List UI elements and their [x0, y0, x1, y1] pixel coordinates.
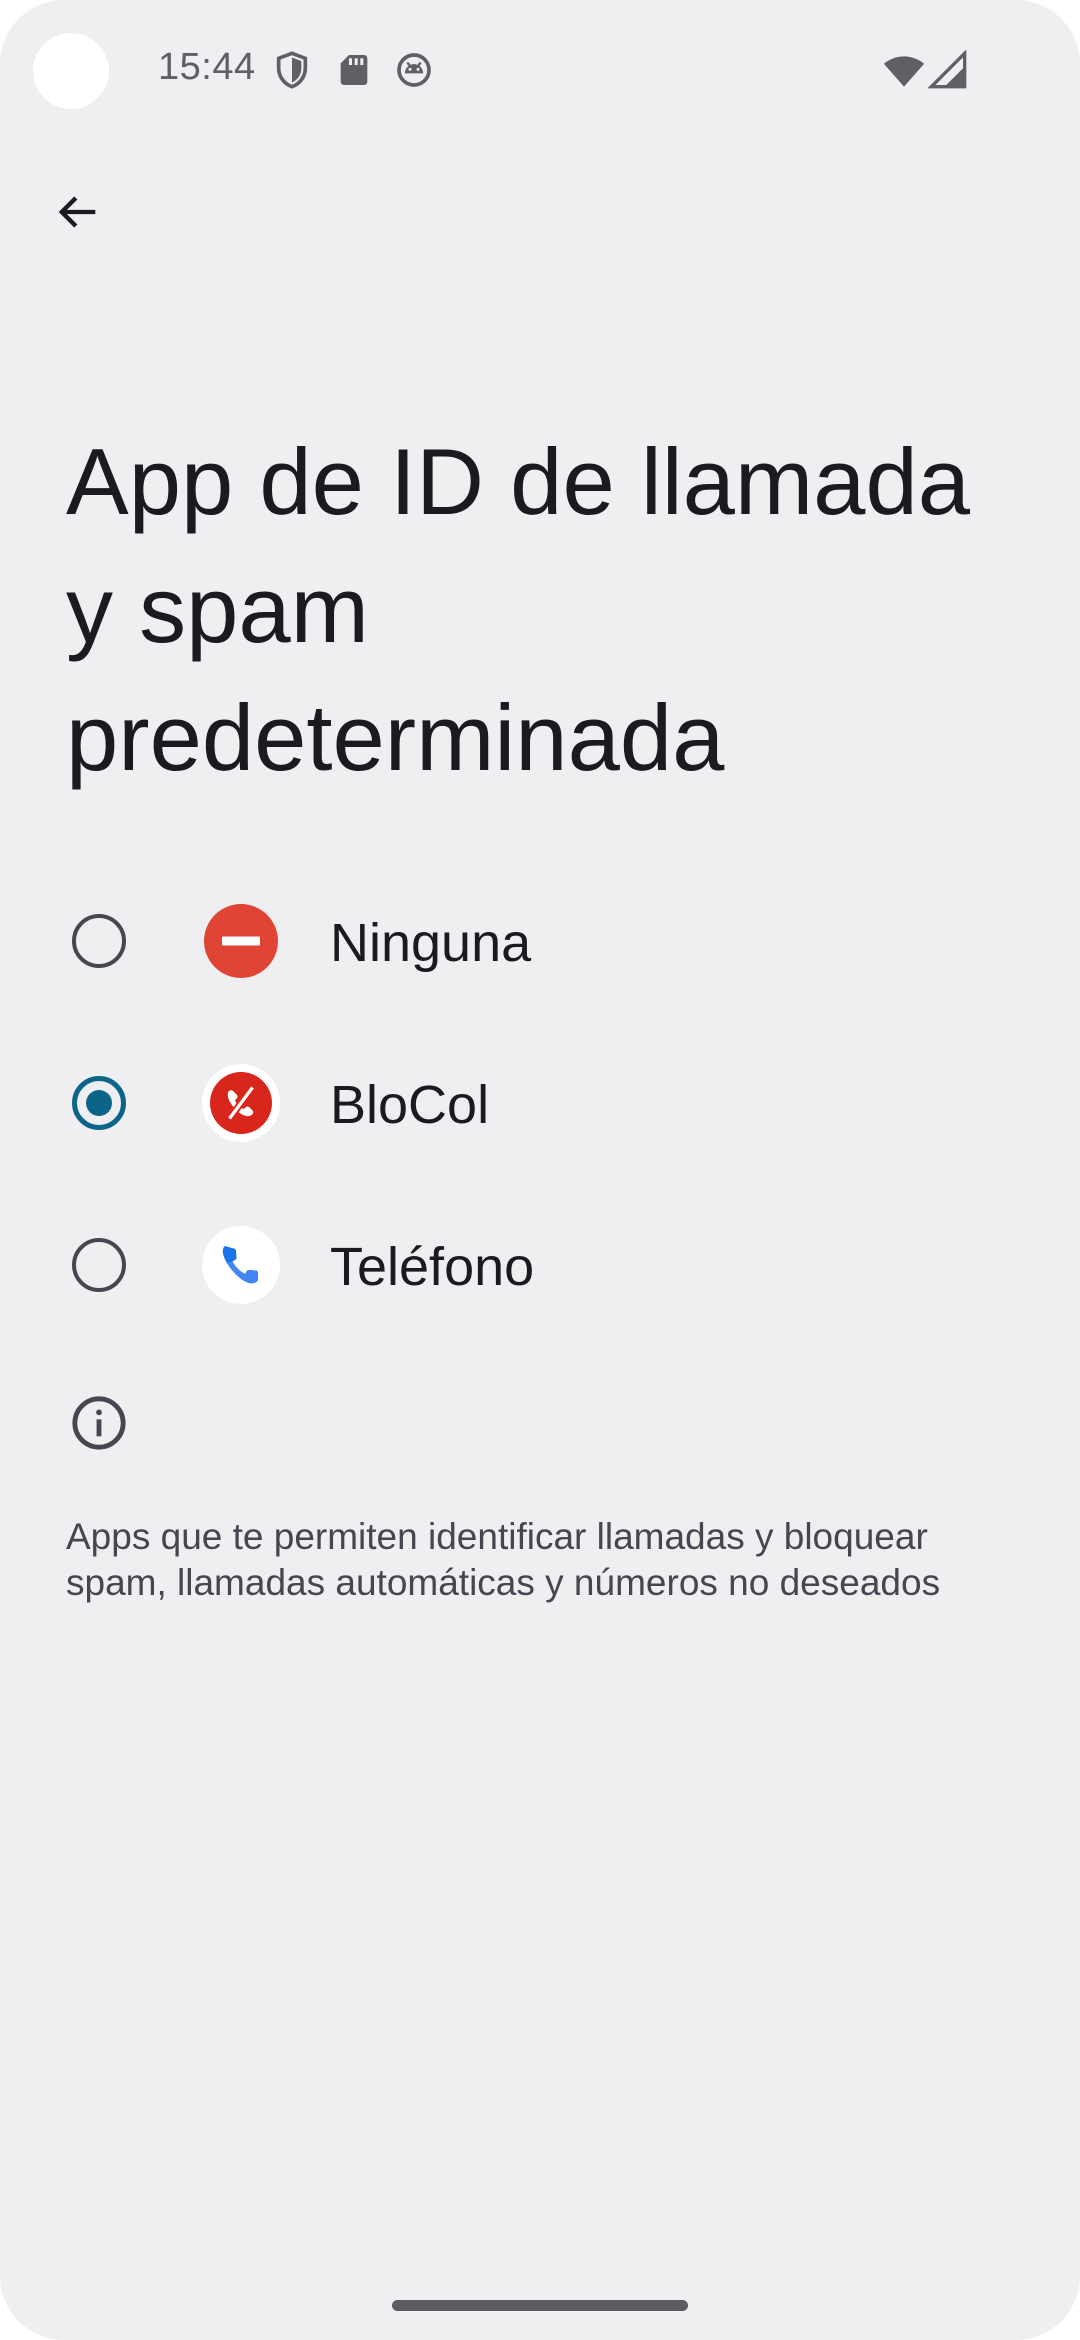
page-title: App de ID de llamada y spam predetermina…	[66, 429, 971, 790]
camera-cutout	[33, 33, 109, 109]
wifi-icon	[882, 50, 926, 90]
option-none[interactable]: Ninguna	[0, 860, 1080, 1022]
none-icon	[202, 902, 280, 980]
info-text: Apps que te permiten identificar llamada…	[66, 1516, 941, 1603]
status-bar: 15:44	[0, 0, 1080, 140]
option-phone[interactable]: Teléfono	[0, 1184, 1080, 1346]
phone-app-icon	[202, 1226, 280, 1304]
option-label: Ninguna	[330, 913, 532, 973]
back-button[interactable]	[38, 172, 118, 252]
radio-button-selected[interactable]	[72, 1076, 126, 1130]
android-debug-icon	[394, 50, 434, 90]
screen: 15:44 App de ID de llamada y spam predet…	[0, 0, 1080, 2340]
sd-card-icon	[334, 50, 374, 90]
option-label: BloCol	[330, 1075, 490, 1135]
info-icon	[70, 1394, 128, 1452]
status-time: 15:44	[158, 46, 256, 88]
option-blocol[interactable]: BloCol	[0, 1022, 1080, 1184]
option-label: Teléfono	[330, 1237, 535, 1297]
arrow-back-icon	[58, 196, 96, 228]
gesture-nav-handle[interactable]	[392, 2300, 688, 2311]
radio-button[interactable]	[72, 1238, 126, 1292]
signal-icon	[928, 50, 968, 90]
radio-button[interactable]	[72, 914, 126, 968]
shield-icon	[272, 50, 312, 90]
blocol-app-icon	[202, 1064, 280, 1142]
